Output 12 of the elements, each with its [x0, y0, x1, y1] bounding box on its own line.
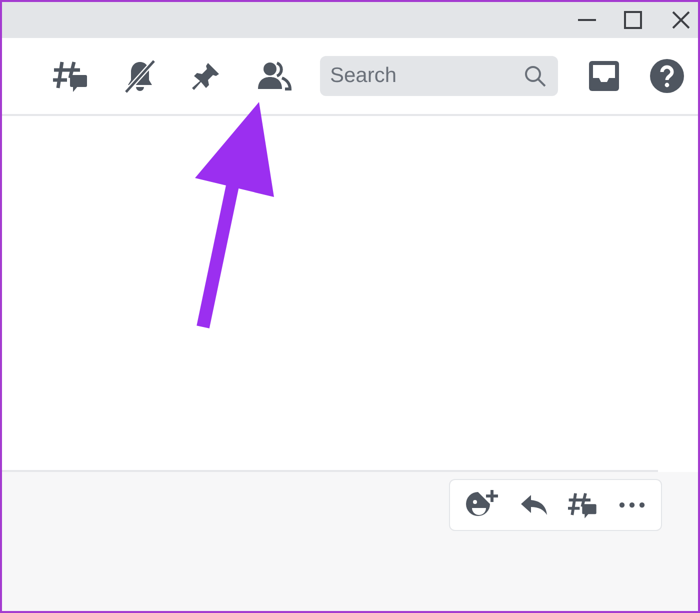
pin-icon[interactable]	[190, 60, 222, 92]
search-icon	[524, 65, 546, 87]
reply-icon[interactable]	[520, 493, 548, 517]
help-icon[interactable]	[650, 59, 684, 93]
threads-icon[interactable]	[567, 490, 600, 520]
more-icon[interactable]	[619, 502, 646, 508]
close-button[interactable]	[670, 9, 692, 31]
inbox-icon[interactable]	[588, 60, 620, 92]
maximize-button[interactable]	[622, 9, 644, 31]
members-icon[interactable]	[256, 61, 292, 91]
search-field[interactable]: Search	[320, 56, 558, 96]
muted-bell-icon[interactable]	[124, 59, 156, 93]
